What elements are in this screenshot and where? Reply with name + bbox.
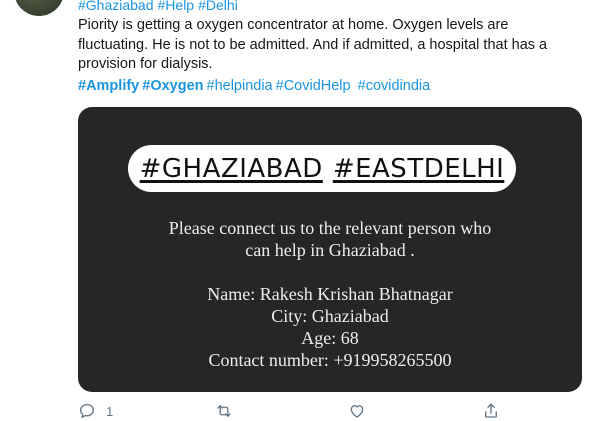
media-tag-ghaziabad: #GHAZIABAD xyxy=(139,153,323,184)
tweet-text: Piority is getting a oxygen concentrator… xyxy=(78,17,548,72)
share-icon xyxy=(485,403,497,418)
tweet-media-image[interactable]: #GHAZIABAD #EASTDELHI Please connect us t… xyxy=(78,107,582,392)
media-hashtag-pill: #GHAZIABAD #EASTDELHI xyxy=(128,145,516,192)
heart-icon xyxy=(350,405,364,418)
avatar[interactable] xyxy=(14,0,64,16)
top-hashtags: #Ghaziabad #Help #Delhi xyxy=(78,0,242,14)
media-tag-eastdelhi: #EASTDELHI xyxy=(332,153,505,184)
hashtag-link[interactable]: #covidindia xyxy=(358,78,431,94)
hashtag-link[interactable]: #Oxygen xyxy=(142,78,203,94)
retweet-button[interactable] xyxy=(214,402,234,420)
hashtag-link[interactable]: #Amplify xyxy=(78,78,139,94)
hashtag-link[interactable]: #Help xyxy=(158,0,195,13)
tweet: #Ghaziabad #Help #Delhi Piority is getting… xyxy=(0,0,594,421)
share-button[interactable] xyxy=(482,402,500,420)
reply-count: 1 xyxy=(106,403,114,419)
hashtag-link[interactable]: #CovidHelp xyxy=(276,78,351,94)
hashtag-link[interactable]: #Delhi xyxy=(198,0,238,13)
media-request-line-2: can help in Ghaziabad . xyxy=(245,240,415,260)
media-city-line: City: Ghaziabad xyxy=(271,306,389,326)
media-request-line-1: Please connect us to the relevant person… xyxy=(168,218,492,238)
retweet-icon xyxy=(217,405,231,417)
media-age-line: Age: 68 xyxy=(301,328,359,348)
reply-button[interactable]: 1 xyxy=(78,402,113,420)
media-name-line: Name: Rakesh Krishan Bhatnagar xyxy=(207,284,453,304)
bottom-hashtags: #Amplify #Oxygen #helpindia #CovidHelp #cov… xyxy=(78,77,433,96)
hashtag-link[interactable]: #helpindia xyxy=(207,78,273,94)
media-contact-line: Contact number: +919958265500 xyxy=(208,350,452,370)
like-button[interactable] xyxy=(348,402,366,420)
tweet-actions: 1 xyxy=(78,402,508,421)
hashtag-link[interactable]: #Ghaziabad xyxy=(78,0,154,13)
reply-icon xyxy=(79,403,95,419)
